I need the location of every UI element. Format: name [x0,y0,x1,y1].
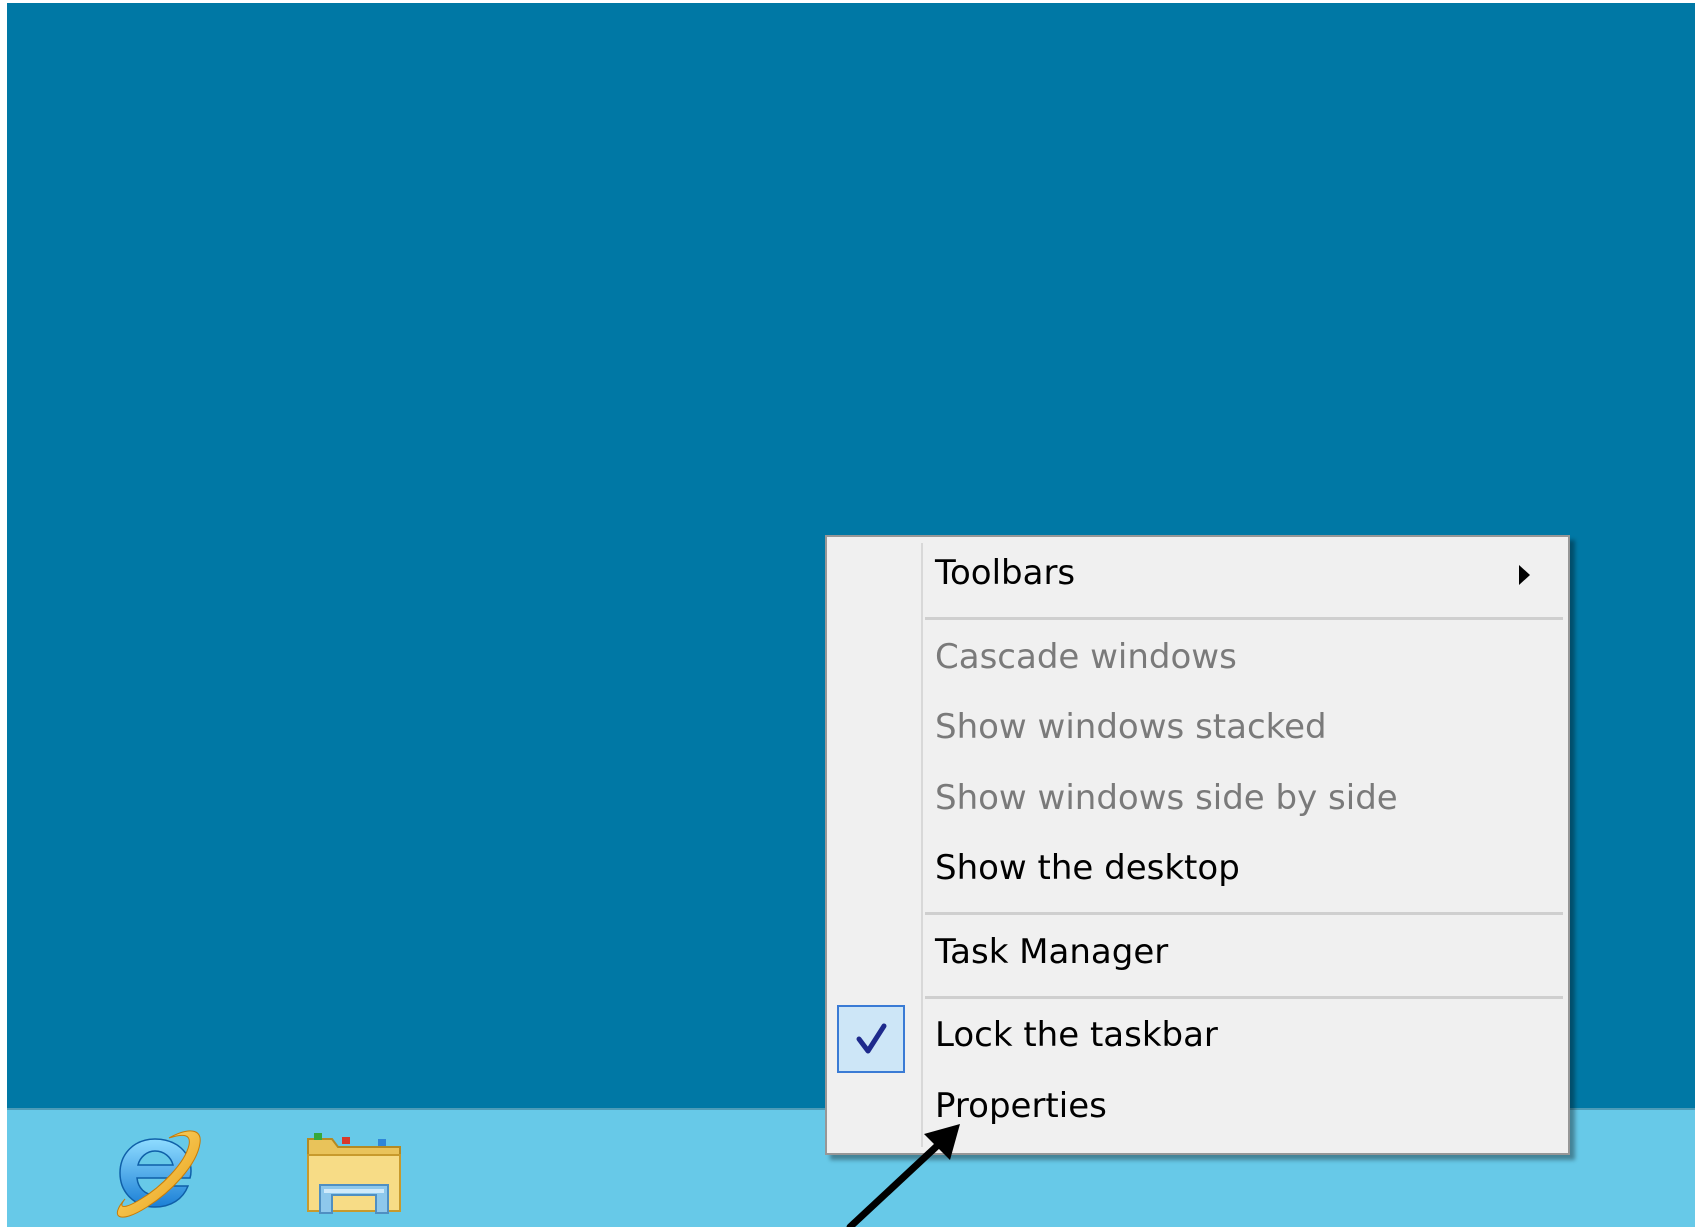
menu-item-label: Show windows stacked [935,707,1327,747]
menu-item-lock-the-taskbar[interactable]: Lock the taskbar [829,1001,1566,1073]
menu-item-cascade-windows[interactable]: Cascade windows [829,623,1566,691]
menu-item-show-the-desktop[interactable]: Show the desktop [829,834,1566,902]
taskbar-internet-explorer-button[interactable] [95,1116,215,1226]
menu-separator [925,996,1563,999]
menu-item-label: Lock the taskbar [935,1015,1218,1055]
screen: Toolbars Cascade windows Show windows st… [7,3,1695,1227]
check-mark-icon [856,1023,887,1054]
menu-separator [925,912,1563,915]
file-explorer-icon [307,1133,401,1214]
menu-item-label: Toolbars [935,553,1076,593]
menu-item-label: Cascade windows [935,637,1237,677]
menu-item-show-windows-side-by-side[interactable]: Show windows side by side [829,764,1566,832]
menu-item-task-manager[interactable]: Task Manager [829,918,1566,986]
taskbar-context-menu: Toolbars Cascade windows Show windows st… [825,535,1570,1155]
check-mark-box [837,1005,905,1073]
menu-separator [925,617,1563,620]
internet-explorer-icon [116,1130,201,1218]
menu-item-label: Task Manager [935,932,1169,972]
menu-item-label: Show windows side by side [935,778,1398,818]
pointer-arrow-icon [846,1124,960,1227]
submenu-arrow-icon [1519,565,1530,585]
menu-item-toolbars[interactable]: Toolbars [829,539,1566,607]
menu-item-show-windows-stacked[interactable]: Show windows stacked [829,693,1566,761]
taskbar-file-explorer-button[interactable] [294,1116,414,1226]
menu-item-label: Show the desktop [935,848,1240,888]
